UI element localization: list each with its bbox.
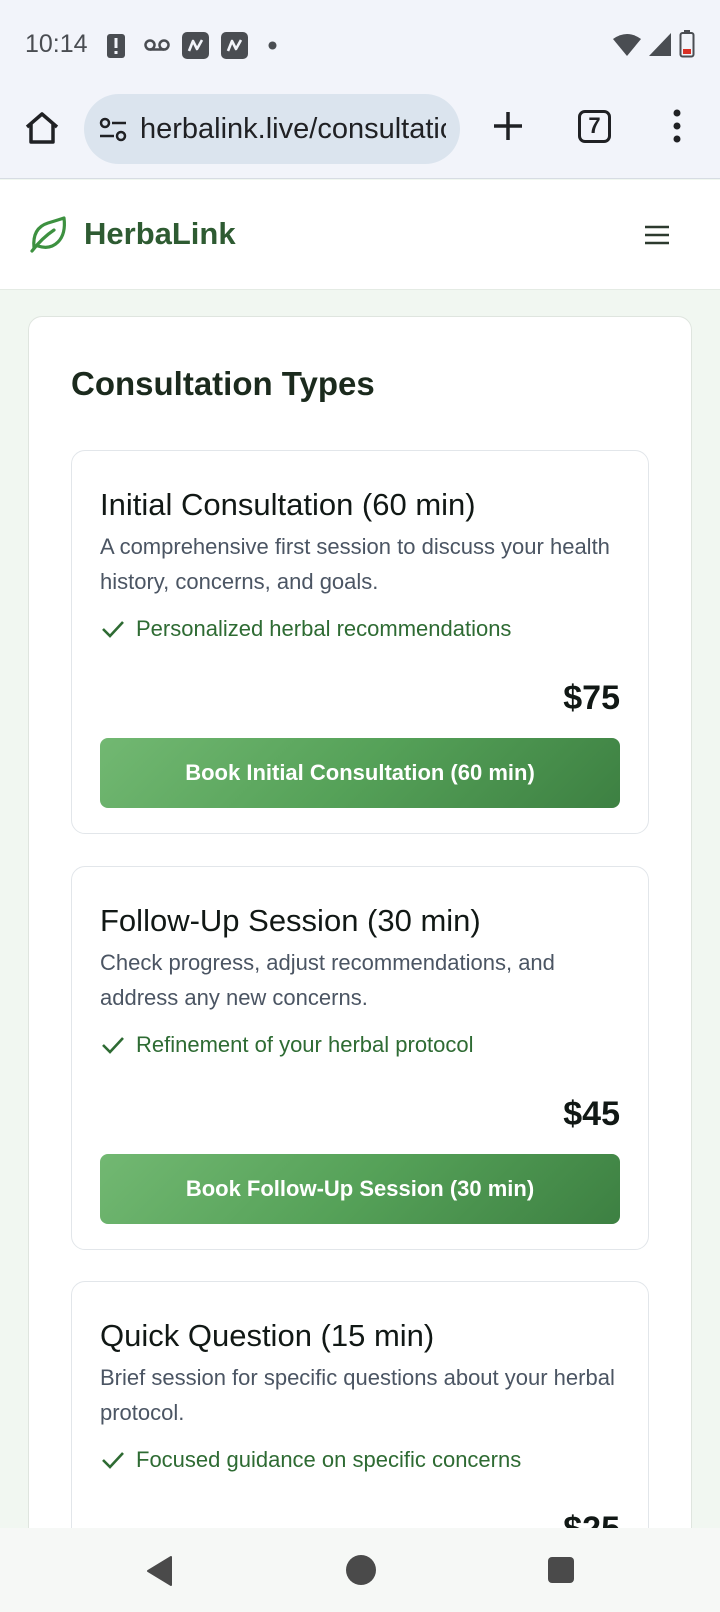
system-navigation-bar	[0, 1528, 720, 1612]
check-icon	[102, 1037, 124, 1054]
recents-icon[interactable]	[548, 1557, 574, 1583]
site-header: HerbaLink	[0, 180, 720, 290]
consultation-card: Follow-Up Session (30 min) Check progres…	[71, 866, 649, 1250]
home-icon[interactable]	[22, 108, 62, 148]
site-settings-icon[interactable]	[98, 116, 128, 144]
feature-text: Refinement of your herbal protocol	[136, 1032, 474, 1057]
book-initial-consultation-button[interactable]: Book Initial Consultation (60 min)	[100, 738, 620, 808]
address-bar[interactable]: herbalink.live/consultatic	[84, 94, 460, 164]
price: $75	[563, 679, 620, 717]
book-follow-up-session-button[interactable]: Book Follow-Up Session (30 min)	[100, 1154, 620, 1224]
card-description: Brief session for specific questions abo…	[100, 1365, 615, 1425]
check-icon	[102, 1452, 124, 1469]
new-tab-icon[interactable]	[488, 106, 528, 146]
feature-item: Personalized herbal recommendations	[100, 616, 511, 642]
tab-switcher-button[interactable]: 7	[578, 110, 611, 143]
card-title: Follow-Up Session (30 min)	[100, 903, 481, 938]
more-options-icon[interactable]	[665, 106, 689, 146]
section-title: Consultation Types	[71, 365, 375, 402]
feature-text: Personalized herbal recommendations	[136, 616, 512, 641]
card-title: Quick Question (15 min)	[100, 1318, 435, 1353]
status-bar: 10:14	[0, 0, 720, 90]
signal-icon	[649, 33, 671, 56]
alert-icon	[107, 34, 125, 58]
voicemail-icon	[144, 39, 170, 51]
dot-icon	[268, 41, 277, 50]
browser-toolbar: herbalink.live/consultatic 7	[0, 90, 720, 179]
status-time: 10:14	[25, 30, 88, 58]
consultation-panel: Consultation Types Initial Consultation …	[28, 316, 692, 1612]
hamburger-menu-icon[interactable]	[642, 222, 672, 248]
home-circle-icon[interactable]	[346, 1555, 376, 1585]
card-description: A comprehensive first session to discuss…	[100, 534, 610, 594]
app-notification-icon	[182, 32, 209, 59]
feature-item: Refinement of your herbal protocol	[100, 1032, 474, 1058]
consultation-card: Initial Consultation (60 min) A comprehe…	[71, 450, 649, 834]
feature-item: Focused guidance on specific concerns	[100, 1447, 521, 1473]
card-title: Initial Consultation (60 min)	[100, 487, 476, 522]
brand-name[interactable]: HerbaLink	[84, 216, 236, 252]
check-icon	[102, 621, 124, 638]
url-text[interactable]: herbalink.live/consultatic	[140, 113, 446, 146]
price: $45	[563, 1095, 620, 1133]
wifi-icon	[613, 34, 641, 56]
card-description: Check progress, adjust recommendations, …	[100, 950, 555, 1010]
leaf-icon[interactable]	[28, 214, 68, 254]
feature-text: Focused guidance on specific concerns	[136, 1447, 522, 1472]
battery-low-icon	[679, 30, 695, 58]
app-notification-icon	[221, 32, 248, 59]
back-icon[interactable]	[144, 1554, 176, 1588]
